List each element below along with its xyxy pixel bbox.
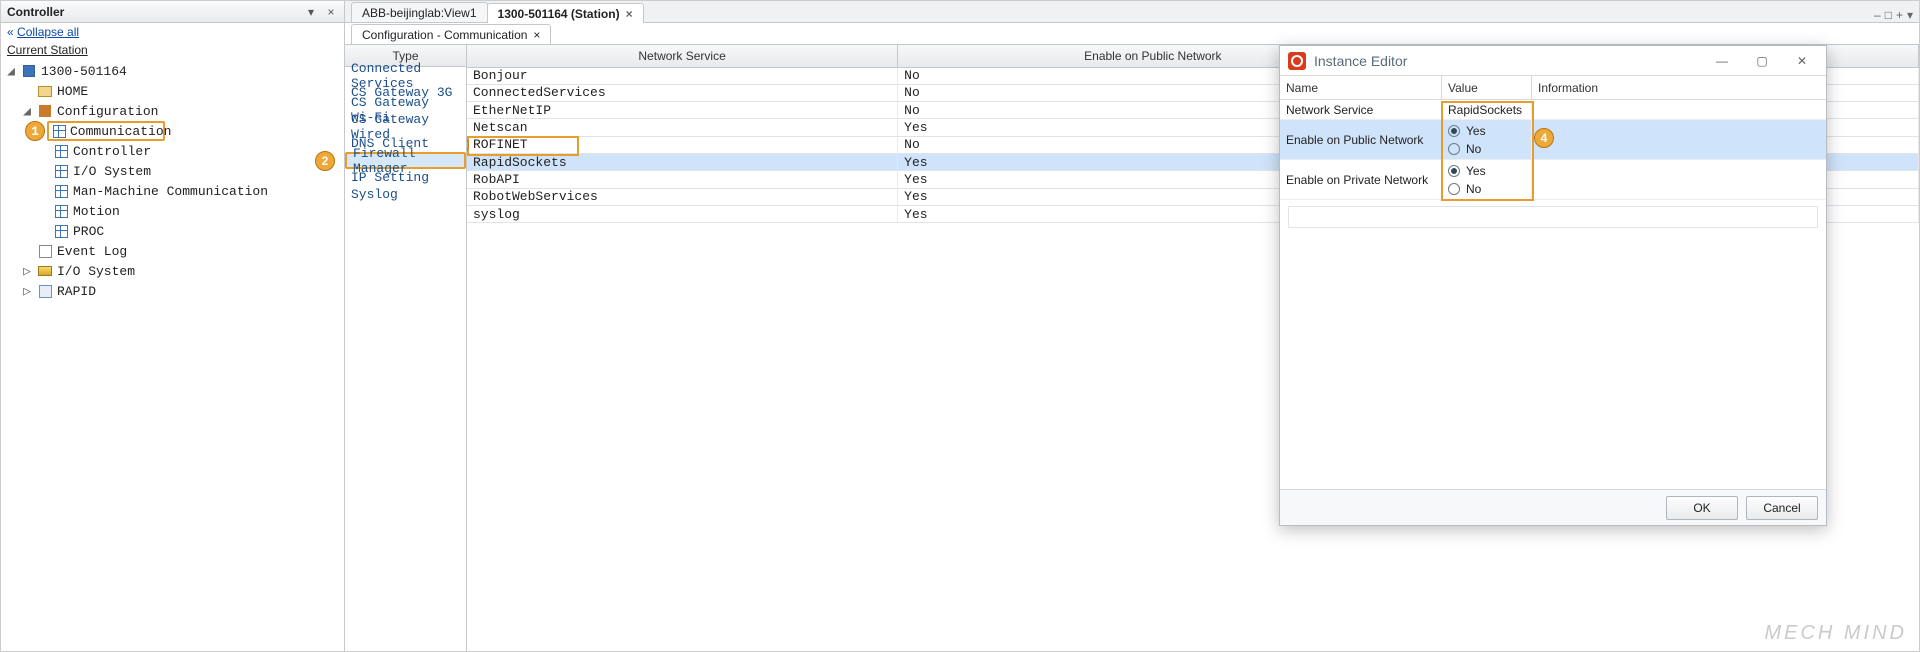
rest-icon[interactable]: □ [1885, 8, 1892, 22]
ed-col-info: Information [1532, 76, 1826, 100]
cancel-button[interactable]: Cancel [1746, 496, 1818, 520]
cell-ns: RapidSockets [467, 153, 898, 170]
radio-priv-no[interactable] [1448, 183, 1460, 195]
minimize-icon[interactable]: — [1706, 54, 1738, 68]
instance-editor: Instance Editor — ▢ ✕ Name Value Informa… [1279, 45, 1827, 526]
current-station-label: Current Station [1, 41, 344, 59]
ed-ns-label: Network Service [1280, 100, 1442, 120]
tree-communication[interactable]: Communication [47, 121, 165, 141]
doc-tabs: ABB-beijinglab:View1 1300-501164 (Statio… [345, 1, 1919, 23]
tree-proc[interactable]: PROC [1, 221, 344, 241]
close-icon[interactable]: × [533, 28, 540, 42]
cell-ns: syslog [467, 205, 898, 222]
editor-app-icon [1288, 52, 1306, 70]
radio-pub-yes[interactable] [1448, 125, 1460, 137]
radio-priv-yes[interactable] [1448, 165, 1460, 177]
radio-pub-no[interactable] [1448, 143, 1460, 155]
grid-icon [55, 185, 68, 198]
grid-icon [55, 205, 68, 218]
collapse-chevron-icon[interactable]: « [7, 25, 14, 39]
cell-ns: RobotWebServices [467, 188, 898, 205]
tab-view1[interactable]: ABB-beijinglab:View1 [351, 2, 488, 22]
ed-priv-value: Yes No [1442, 160, 1532, 200]
type-item-syslog[interactable]: Syslog [345, 186, 466, 203]
panel-close-icon[interactable]: × [324, 5, 338, 19]
tree-io-system[interactable]: ▷I/O System [1, 261, 344, 281]
eventlog-icon [39, 245, 52, 258]
type-item-connected-services[interactable]: Connected Services [345, 67, 466, 84]
tree-home[interactable]: HOME [1, 81, 344, 101]
cell-ns: Netscan [467, 119, 898, 136]
panel-title: Controller [7, 5, 298, 19]
editor-footer: OK Cancel [1280, 489, 1826, 525]
panel-pin-icon[interactable]: ▾ [304, 5, 318, 19]
collapse-all-link[interactable]: Collapse all [17, 25, 79, 39]
sub-tabs: Configuration - Communication× [345, 23, 1919, 45]
tree-motion[interactable]: Motion [1, 201, 344, 221]
editor-title: Instance Editor [1314, 53, 1698, 69]
maximize-icon[interactable]: ▢ [1746, 54, 1778, 68]
cell-ns: EtherNetIP [467, 102, 898, 119]
subtab-config-comm[interactable]: Configuration - Communication× [351, 24, 551, 44]
ed-pub-info: 4 [1532, 120, 1826, 160]
ed-col-value: Value [1442, 76, 1532, 100]
tab-station[interactable]: 1300-501164 (Station)× [487, 3, 644, 23]
grid-icon [55, 225, 68, 238]
cell-ns: Bonjour [467, 67, 898, 84]
ed-pub-label: Enable on Public Network [1280, 120, 1442, 160]
controller-tree: ◢1300-501164 HOME ◢Configuration 1 Commu… [1, 59, 344, 651]
cell-ns: ConnectedServices [467, 84, 898, 101]
tab-toolbar: – □ + ▾ [1874, 8, 1919, 22]
folder-icon [38, 86, 52, 97]
type-list: Type Connected ServicesCS Gateway 3GCS G… [345, 45, 467, 651]
grid-icon [55, 145, 68, 158]
editor-titlebar[interactable]: Instance Editor — ▢ ✕ [1280, 46, 1826, 76]
ed-ns-info [1532, 100, 1826, 120]
tree-mmc[interactable]: Man-Machine Communication [1, 181, 344, 201]
grid-icon [53, 125, 66, 138]
ed-priv-info [1532, 160, 1826, 200]
badge-1: 1 [25, 121, 45, 141]
col-network-service[interactable]: Network Service [467, 45, 898, 67]
panel-header: Controller ▾ × [1, 1, 344, 23]
workspace: ABB-beijinglab:View1 1300-501164 (Statio… [345, 1, 1919, 651]
config-icon [39, 105, 51, 117]
min-icon[interactable]: – [1874, 8, 1881, 22]
io-icon [38, 266, 52, 276]
type-item-firewall-manager[interactable]: Firewall Manager [345, 152, 466, 169]
controller-icon [23, 65, 35, 77]
cell-ns: RobAPI [467, 171, 898, 188]
rapid-icon [39, 285, 52, 298]
type-item-cs-gateway-wired[interactable]: CS Gateway Wired [345, 118, 466, 135]
badge-2: 2 [315, 151, 335, 171]
grid-icon [55, 165, 68, 178]
badge-4: 4 [1534, 128, 1554, 148]
ed-ns-value[interactable]: RapidSockets [1442, 100, 1532, 120]
controller-panel: Controller ▾ × « Collapse all Current St… [1, 1, 345, 651]
ed-priv-label: Enable on Private Network [1280, 160, 1442, 200]
close-icon[interactable]: ✕ [1786, 54, 1818, 68]
ed-col-name: Name [1280, 76, 1442, 100]
ok-button[interactable]: OK [1666, 496, 1738, 520]
editor-grid: Name Value Information Network Service R… [1280, 76, 1826, 200]
cell-ns: ROFINET [467, 136, 898, 153]
tree-configuration[interactable]: ◢Configuration [1, 101, 344, 121]
drop-icon[interactable]: ▾ [1907, 8, 1913, 22]
watermark: MECH MIND [1764, 622, 1907, 645]
tree-event-log[interactable]: Event Log [1, 241, 344, 261]
tree-io-system-cfg[interactable]: I/O System [1, 161, 344, 181]
ed-pub-value: Yes No [1442, 120, 1532, 160]
plus-icon[interactable]: + [1896, 8, 1903, 22]
close-icon[interactable]: × [626, 7, 633, 21]
tree-station[interactable]: ◢1300-501164 [1, 61, 344, 81]
tree-rapid[interactable]: ▷RAPID [1, 281, 344, 301]
editor-message [1288, 206, 1818, 228]
tree-controller[interactable]: Controller [1, 141, 344, 161]
